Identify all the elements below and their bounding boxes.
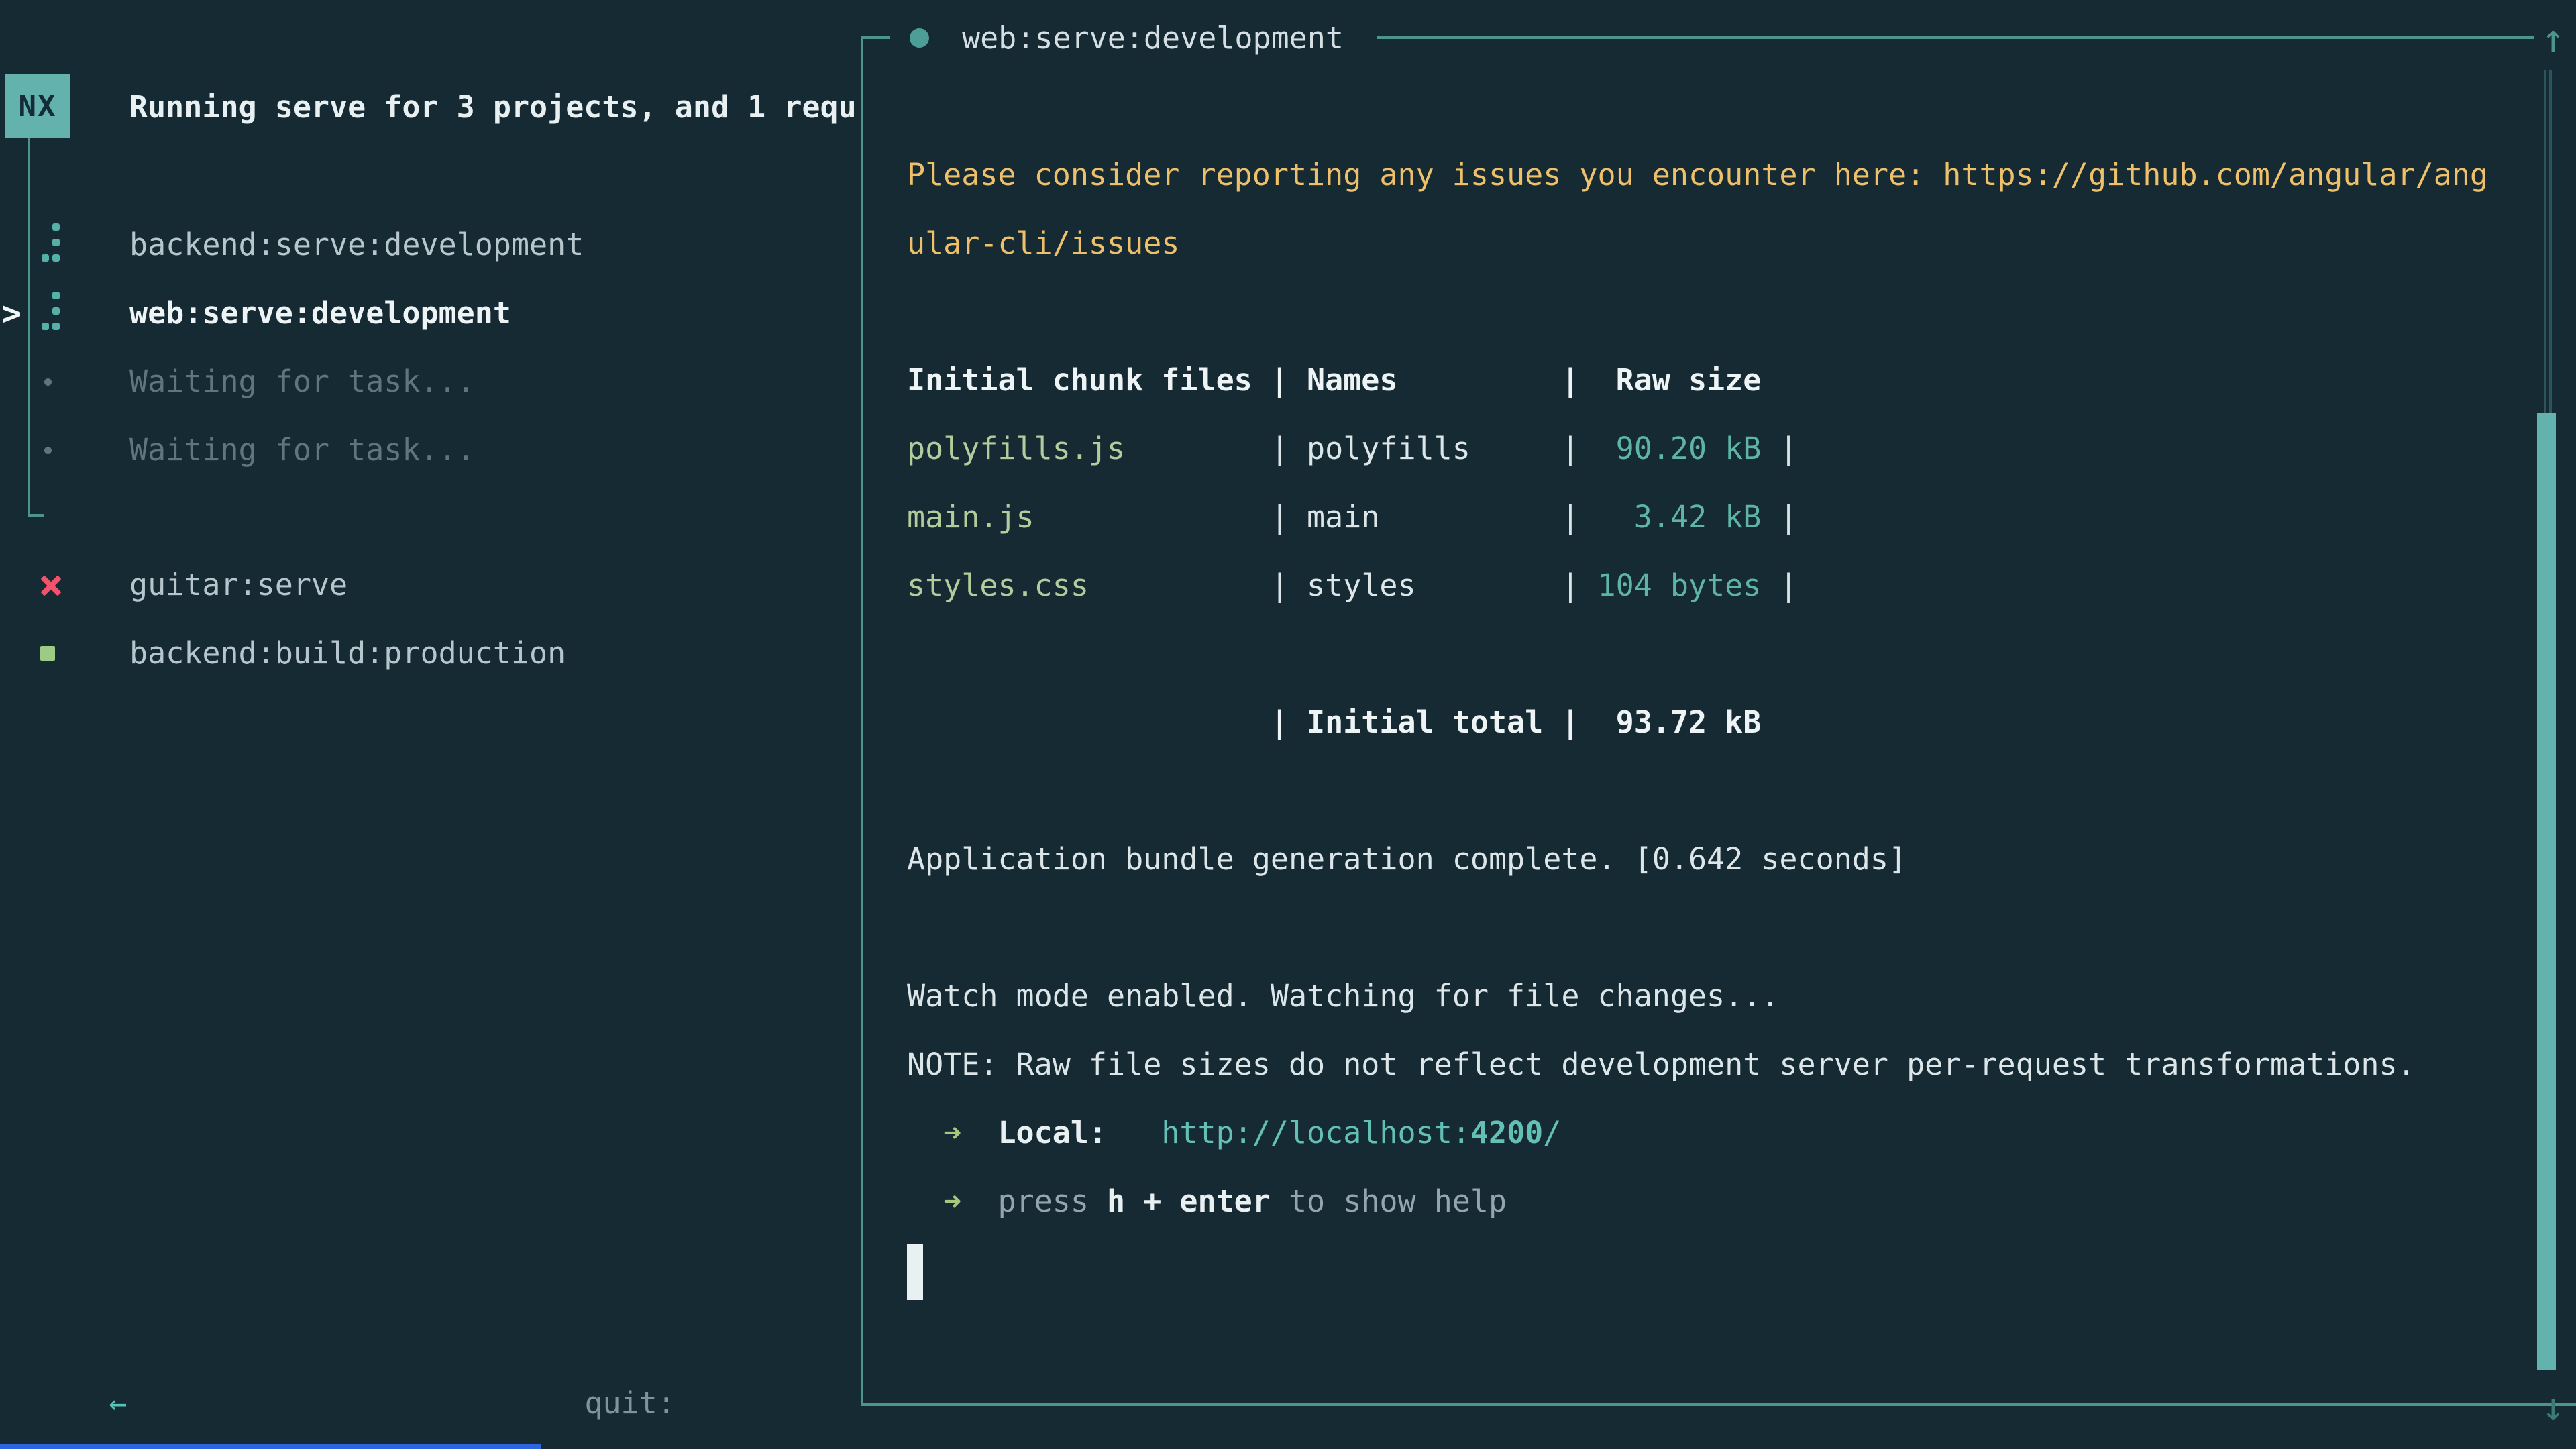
terminal-cursor — [907, 1244, 923, 1300]
terminal-text: main.js — [907, 499, 1034, 535]
task-label: Waiting for task... — [129, 416, 475, 484]
blank-line — [907, 894, 2544, 962]
terminal-output: Please consider reporting any issues you… — [907, 141, 2544, 1304]
task-label: guitar:serve — [129, 551, 347, 619]
task-row-backend-build-production[interactable]: backend:build:production — [0, 619, 859, 688]
watch-mode-line: Watch mode enabled. Watching for file ch… — [907, 962, 2544, 1030]
terminal-text: 90.20 kB — [1616, 431, 1762, 466]
issue-report-line-1: Please consider reporting any issues you… — [907, 141, 2544, 209]
scroll-up-arrow-icon[interactable]: ↑ — [2533, 8, 2573, 68]
page-prev-arrow-icon[interactable]: ← — [109, 1385, 127, 1421]
nx-terminal-ui: NX Running serve for 3 projects, and 1 r… — [0, 0, 2576, 1449]
terminal-text: 3.42 kB — [1634, 499, 1762, 535]
terminal-text: Watch mode enabled. Watching for file ch… — [907, 978, 1779, 1014]
quit-hint-label: quit: — [584, 1385, 675, 1421]
scrollbar-thumb[interactable] — [2537, 413, 2556, 1370]
issue-report-line-2: ular-cli/issues — [907, 209, 2544, 278]
task-row-waiting-for-task[interactable]: Waiting for task... — [0, 347, 859, 416]
arrow-icon: ➜ — [907, 1183, 961, 1219]
blank-line — [907, 757, 2544, 825]
task-label: backend:build:production — [129, 619, 566, 688]
terminal-text: | Initial total | 93.72 kB — [907, 704, 1761, 740]
task-row-waiting-for-task[interactable]: Waiting for task... — [0, 416, 859, 484]
run-summary-header: Running serve for 3 projects, and 1 requ — [129, 73, 857, 142]
arrow-icon: ➜ — [907, 1115, 961, 1150]
bundle-complete-line: Application bundle generation complete. … — [907, 825, 2544, 894]
terminal-text: Application bundle generation complete. … — [907, 841, 1907, 877]
panel-border-top — [1377, 36, 2534, 39]
terminal-text: h + enter — [1107, 1183, 1271, 1219]
scroll-down-arrow-icon[interactable]: ↓ — [2533, 1377, 2573, 1437]
blank-line — [907, 620, 2544, 688]
chunk-table-total-row: | Initial total | 93.72 kB — [907, 688, 2544, 757]
note-line: NOTE: Raw file sizes do not reflect deve… — [907, 1030, 2544, 1099]
chunk-table-row-styles: styles.css | styles | 104 bytes | — [907, 551, 2544, 620]
task-label: backend:serve:development — [129, 211, 584, 279]
waiting-dot-icon — [44, 378, 52, 386]
terminal-text: NOTE: Raw file sizes do not reflect deve… — [907, 1046, 2416, 1082]
terminal-text: | — [1761, 499, 1797, 535]
terminal-text: polyfills.js — [907, 431, 1125, 466]
scrollbar-track — [2549, 70, 2552, 413]
nx-logo-text: NX — [19, 89, 57, 123]
localhost-port[interactable]: 4200 — [1470, 1115, 1543, 1150]
terminal-text: | styles | — [1089, 568, 1598, 603]
task-label: Waiting for task... — [129, 347, 475, 416]
selected-chevron-icon: > — [1, 279, 21, 347]
terminal-text: press — [961, 1183, 1107, 1219]
panel-border-top-stub — [861, 36, 890, 39]
keyboard-hints: quit: q help: ? — [512, 1301, 712, 1369]
terminal-text: styles.css — [907, 568, 1089, 603]
terminal-text: Initial chunk files | Names | Raw size — [907, 362, 1761, 398]
scrollbar-track — [2544, 70, 2546, 413]
panel-border-left — [861, 36, 863, 1406]
chunk-table-row-main: main.js | main | 3.42 kB | — [907, 483, 2544, 551]
success-square-icon — [40, 646, 55, 661]
chunk-table-header: Initial chunk files | Names | Raw size — [907, 346, 2544, 415]
running-spinner-icon — [40, 289, 63, 337]
task-label: web:serve:development — [129, 279, 511, 347]
localhost-link[interactable]: http://localhost: — [1107, 1115, 1470, 1150]
panel-title: web:serve:development — [962, 4, 1344, 72]
task-row-web-serve-development[interactable]: > web:serve:development — [0, 279, 859, 347]
waiting-dot-icon — [44, 447, 52, 454]
terminal-text: to show help — [1271, 1183, 1507, 1219]
panel-border-bottom — [861, 1403, 2576, 1406]
help-hint-line: ➜ press h + enter to show help — [907, 1167, 2544, 1236]
localhost-link-slash[interactable]: / — [1543, 1115, 1561, 1150]
bottom-edge-accent — [0, 1444, 541, 1449]
running-spinner-icon — [40, 221, 63, 269]
terminal-text: Please consider reporting any issues you… — [907, 157, 2488, 193]
task-row-guitar-serve[interactable]: guitar:serve — [0, 551, 859, 619]
terminal-text: Local: — [961, 1115, 1107, 1150]
terminal-text: ular-cli/issues — [907, 225, 1179, 261]
pagination-bar: ← 1/1 → — [36, 1301, 200, 1369]
blank-line — [907, 278, 2544, 346]
terminal-text: 104 bytes — [1598, 568, 1762, 603]
task-row-backend-serve-development[interactable]: backend:serve:development — [0, 211, 859, 279]
terminal-text: | main | — [1034, 499, 1634, 535]
running-status-dot-icon — [910, 28, 929, 48]
cursor-line — [907, 1236, 2544, 1304]
terminal-text: | polyfills | — [1125, 431, 1616, 466]
failed-cross-icon — [39, 574, 62, 597]
terminal-text: | — [1761, 431, 1797, 466]
terminal-text: | — [1761, 568, 1797, 603]
local-url-line: ➜ Local: http://localhost:4200/ — [907, 1099, 2544, 1167]
nx-logo: NX — [5, 74, 70, 138]
chunk-table-row-polyfills: polyfills.js | polyfills | 90.20 kB | — [907, 415, 2544, 483]
